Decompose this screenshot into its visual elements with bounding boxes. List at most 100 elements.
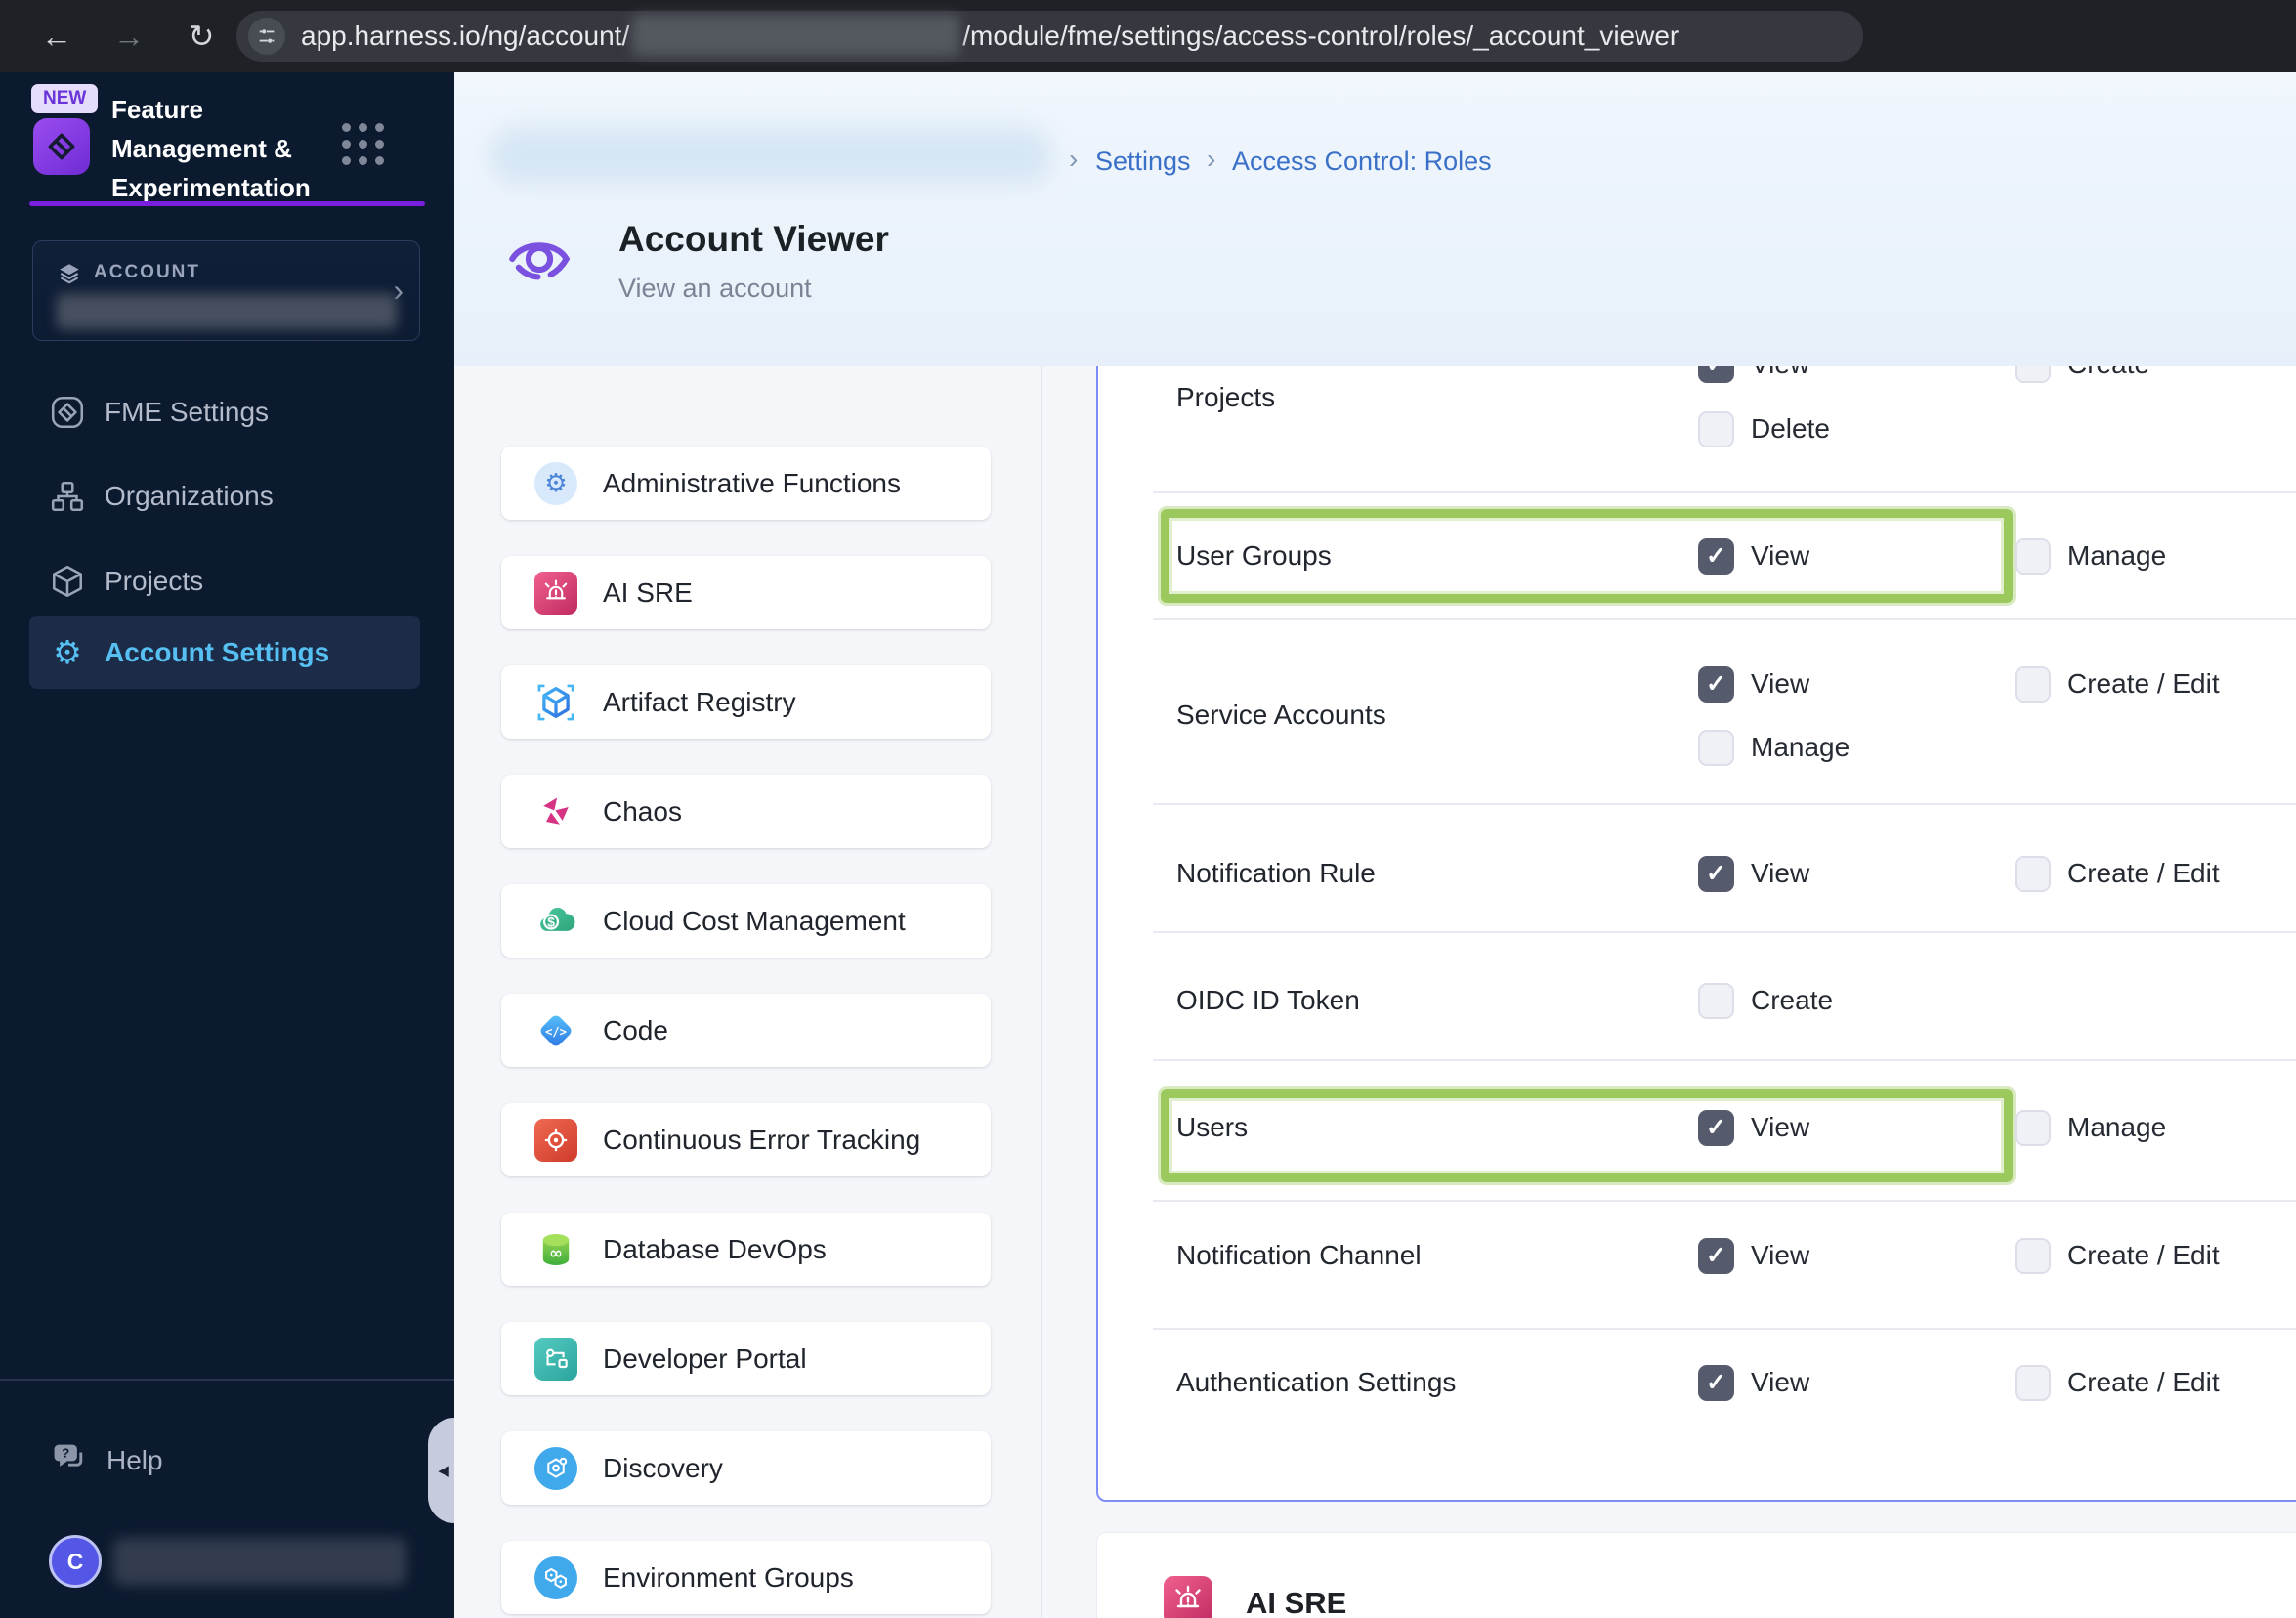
- module-card-ai-sre[interactable]: AI SRE: [501, 556, 991, 629]
- address-bar[interactable]: app.harness.io/ng/account/ /module/fme/se…: [236, 11, 1863, 62]
- column-divider: [1041, 366, 1042, 1618]
- module-card-cloud-cost-management[interactable]: $ Cloud Cost Management: [501, 884, 991, 958]
- permission-option: View: [1698, 1237, 1809, 1274]
- permission-option: Manage: [1698, 729, 1850, 766]
- breadcrumb-access-control-roles[interactable]: Access Control: Roles: [1232, 147, 1492, 177]
- module-label: Artifact Registry: [603, 686, 796, 717]
- checkbox-authentication-settings-view[interactable]: [1698, 1364, 1734, 1401]
- permission-resource-label: OIDC ID Token: [1176, 985, 1360, 1015]
- module-card-developer-portal[interactable]: Developer Portal: [501, 1322, 991, 1395]
- svg-text:</>: </>: [545, 1024, 567, 1038]
- permission-option: View: [1698, 665, 1809, 703]
- checkbox-label: View: [1751, 366, 1809, 380]
- permission-resource-label: User Groups: [1176, 540, 1332, 571]
- permission-row-oidc-id-token: OIDC ID Token Create: [1098, 933, 2296, 1061]
- sidebar-collapse-button[interactable]: ◀: [428, 1418, 454, 1523]
- administrative-functions-icon: ⚙: [534, 461, 577, 505]
- module-card-artifact-registry[interactable]: Artifact Registry: [501, 665, 991, 739]
- checkbox-label: Create / Edit: [2067, 858, 2220, 888]
- module-label: Chaos: [603, 795, 682, 827]
- artifact-registry-icon: [534, 681, 577, 724]
- checkbox-users-manage[interactable]: [2015, 1109, 2051, 1146]
- checkbox-user-groups-view[interactable]: [1698, 537, 1734, 575]
- sidebar-item-help[interactable]: ? Help: [29, 1433, 342, 1488]
- sidebar-item-label: FME Settings: [105, 397, 270, 427]
- permission-option: Create / Edit: [2015, 1364, 2220, 1401]
- account-scope-label: ACCOUNT: [94, 262, 200, 282]
- account-selector[interactable]: ACCOUNT ›: [32, 240, 420, 341]
- checkbox-user-groups-manage[interactable]: [2015, 537, 2051, 575]
- breadcrumb-separator-icon: ›: [1207, 144, 1216, 174]
- permission-resource-label: Users: [1176, 1112, 1249, 1142]
- sidebar-item-organizations[interactable]: Organizations: [29, 469, 420, 524]
- module-card-chaos[interactable]: Chaos: [501, 775, 991, 848]
- checkbox-label: Create: [1751, 985, 1834, 1015]
- browser-back-icon[interactable]: ←: [27, 0, 86, 72]
- module-card-database-devops[interactable]: ∞ Database DevOps: [501, 1213, 991, 1286]
- checkbox-notification-channel-view[interactable]: [1698, 1237, 1734, 1274]
- checkbox-label: View: [1751, 540, 1810, 571]
- module-label: AI SRE: [603, 576, 693, 608]
- browser-toolbar: ← → ↻ app.harness.io/ng/account/ /module/…: [0, 0, 2296, 72]
- checkbox-label: View: [1751, 668, 1810, 699]
- checkbox-service-accounts-create-edit[interactable]: [2015, 665, 2051, 703]
- module-label: Discovery: [603, 1452, 723, 1483]
- permission-option: Create: [2015, 366, 2149, 383]
- module-card-environment-groups[interactable]: Environment Groups: [501, 1541, 991, 1614]
- module-label: Continuous Error Tracking: [603, 1124, 921, 1155]
- checkbox-label: Create / Edit: [2067, 1367, 2220, 1397]
- permission-resource-label: Service Accounts: [1176, 700, 1386, 730]
- ai-sre-icon: [1164, 1576, 1212, 1618]
- module-card-discovery[interactable]: Discovery: [501, 1431, 991, 1505]
- help-label: Help: [106, 1445, 163, 1475]
- module-card-administrative-functions[interactable]: ⚙ Administrative Functions: [501, 447, 991, 520]
- module-card-code[interactable]: </> Code: [501, 994, 991, 1067]
- module-card-continuous-error-tracking[interactable]: Continuous Error Tracking: [501, 1103, 991, 1176]
- permission-row-service-accounts: Service Accounts View Create / Edit Manage: [1098, 620, 2296, 805]
- checkbox-service-accounts-manage[interactable]: [1698, 729, 1734, 766]
- discovery-icon: [534, 1446, 577, 1490]
- checkbox-label: Manage: [2067, 540, 2167, 571]
- sidebar-item-fme-settings[interactable]: FME Settings: [29, 385, 420, 440]
- code-icon: </>: [534, 1009, 577, 1052]
- checkbox-projects-delete[interactable]: [1698, 410, 1734, 447]
- svg-text:∞: ∞: [549, 1243, 563, 1261]
- checkbox-oidc-id-token-create[interactable]: [1698, 982, 1734, 1019]
- cloud-cost-management-icon: $: [534, 900, 577, 943]
- permission-resource-label: Authentication Settings: [1176, 1367, 1457, 1397]
- avatar[interactable]: C: [49, 1535, 102, 1588]
- role-eye-icon: [505, 225, 574, 298]
- module-label: Environment Groups: [603, 1561, 854, 1593]
- breadcrumb-settings[interactable]: Settings: [1095, 147, 1191, 177]
- checkbox-notification-channel-create-edit[interactable]: [2015, 1237, 2051, 1274]
- sidebar: NEW Feature Management & Experimentation…: [0, 72, 454, 1618]
- module-switcher-icon[interactable]: [342, 123, 384, 165]
- site-settings-icon[interactable]: [248, 18, 285, 55]
- browser-forward-icon[interactable]: →: [100, 0, 158, 72]
- checkbox-notification-rule-view[interactable]: [1698, 855, 1734, 892]
- checkbox-projects-create[interactable]: [2015, 366, 2051, 383]
- permission-option: Create: [1698, 982, 1833, 1019]
- permission-option: Manage: [2015, 1109, 2166, 1146]
- sidebar-item-label: Projects: [105, 566, 204, 596]
- continuous-error-tracking-icon: [534, 1118, 577, 1162]
- ai-sre-icon: [534, 571, 577, 615]
- checkbox-projects-view[interactable]: [1698, 366, 1734, 383]
- checkbox-authentication-settings-create-edit[interactable]: [2015, 1364, 2051, 1401]
- redacted-user-name: [113, 1538, 406, 1585]
- application-window: ← → ↻ app.harness.io/ng/account/ /module/…: [0, 0, 2296, 1618]
- checkbox-notification-rule-create-edit[interactable]: [2015, 855, 2051, 892]
- sidebar-item-projects[interactable]: Projects: [29, 554, 420, 609]
- module-label: Cloud Cost Management: [603, 905, 906, 936]
- ai-sre-section: AI SRE: [1096, 1532, 2296, 1618]
- checkbox-service-accounts-view[interactable]: [1698, 665, 1734, 703]
- browser-reload-icon[interactable]: ↻: [172, 0, 231, 72]
- sidebar-item-account-settings[interactable]: ⚙ Account Settings: [29, 616, 420, 689]
- permission-option: View: [1698, 537, 1809, 575]
- fme-module-icon[interactable]: [33, 118, 90, 175]
- permission-option: Manage: [2015, 537, 2166, 575]
- checkbox-label: Create / Edit: [2067, 668, 2220, 699]
- collapse-arrow-icon: ◀: [438, 1463, 449, 1479]
- redacted-account-id: [632, 14, 960, 56]
- checkbox-users-view[interactable]: [1698, 1109, 1734, 1146]
